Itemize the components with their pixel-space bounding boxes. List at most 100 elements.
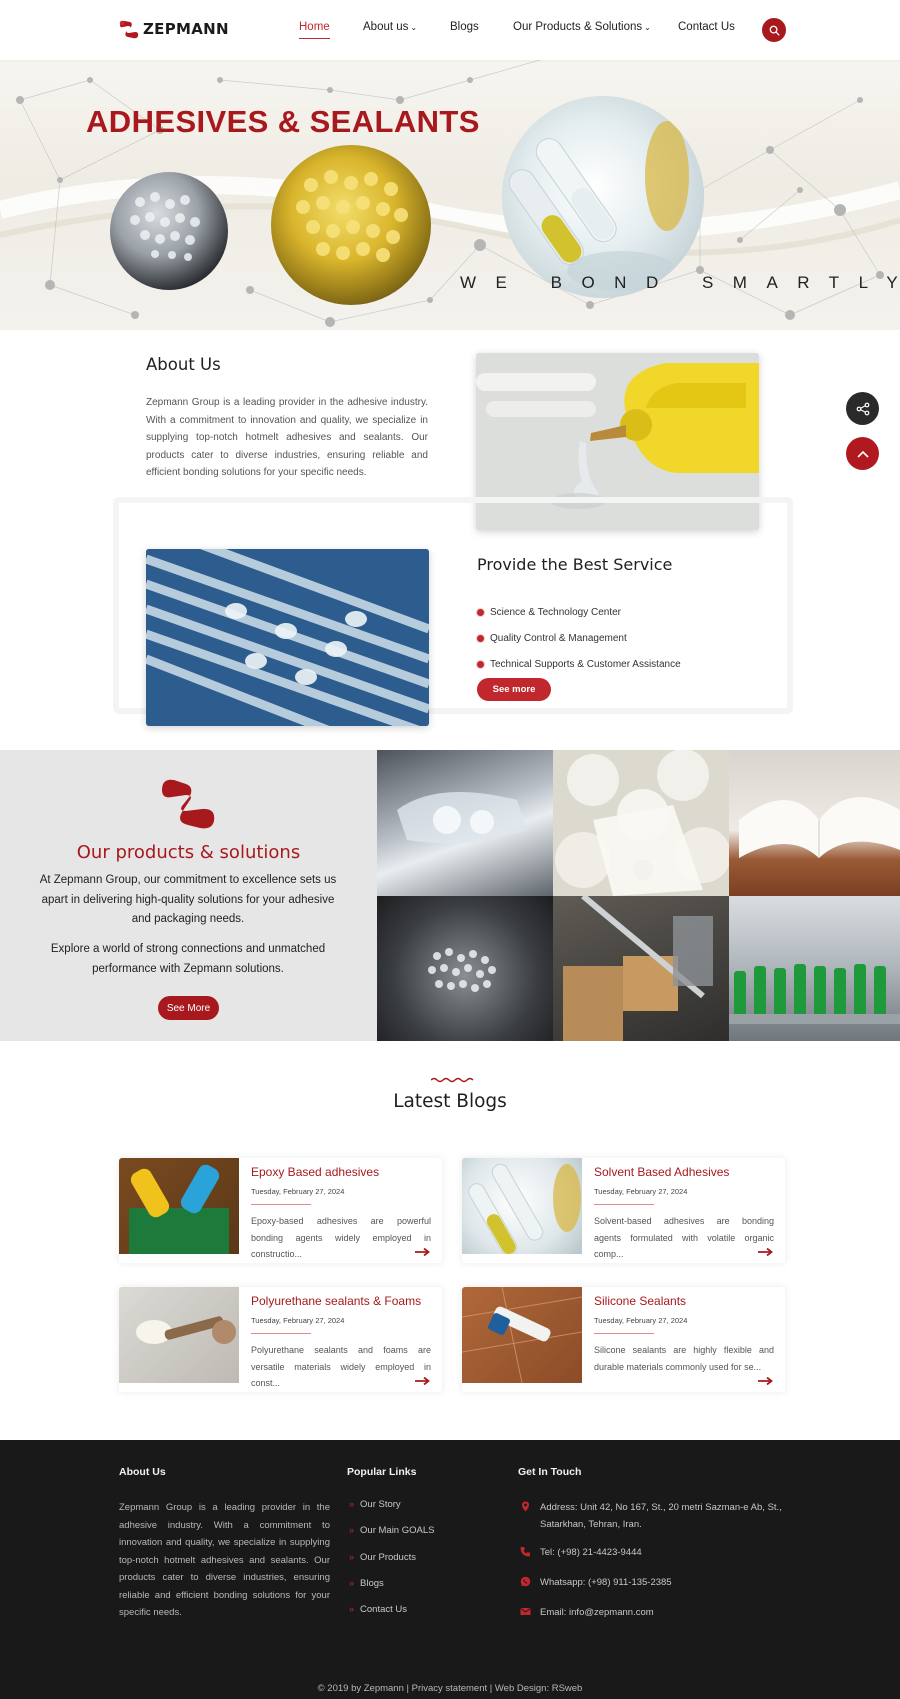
products-title: Our products & solutions [76, 842, 301, 863]
blog-image [462, 1287, 582, 1383]
blog-date: Tuesday, February 27, 2024 [594, 1316, 688, 1325]
blog-divider [251, 1333, 311, 1334]
footer-about-text: Zepmann Group is a leading provider in t… [119, 1502, 330, 1618]
footer-link[interactable]: » Our Main GOALS [349, 1525, 434, 1551]
footer-link-label: Our Products [360, 1551, 416, 1563]
nav-products[interactable]: Our Products & Solutions ⌄ [513, 21, 651, 33]
about-text: Zepmann Group is a leading provider in t… [146, 397, 428, 478]
blog-title[interactable]: Silicone Sealants [594, 1294, 686, 1308]
footer-link[interactable]: » Our Products [349, 1552, 434, 1578]
nav-home[interactable]: Home [299, 21, 330, 39]
whatsapp-text: Whatsapp: (+98) 911-135-2385 [540, 1577, 672, 1588]
blog-arrow-icon[interactable] [758, 1377, 773, 1385]
arrow-up-icon [856, 450, 869, 458]
chevron-right-icon: » [349, 1604, 355, 1615]
blog-excerpt: Silicone sealants are highly flexible an… [594, 1345, 774, 1372]
service-title: Provide the Best Service [477, 555, 673, 574]
chevron-right-icon: » [349, 1499, 355, 1509]
chevron-right-icon: » [349, 1577, 355, 1588]
footer-link-label: Our Main GOALS [360, 1525, 435, 1537]
footer-link[interactable]: » Blogs [349, 1578, 434, 1604]
service-item-label: Technical Supports & Customer Assistance [490, 658, 681, 670]
blog-card[interactable]: Silicone Sealants Tuesday, February 27, … [462, 1287, 785, 1392]
hero-tagline: WE BOND SMARTLY! [460, 273, 900, 292]
tel-text: Tel: (+98) 21-4423-9444 [540, 1547, 642, 1558]
blog-divider [594, 1204, 654, 1205]
share-icon [856, 402, 869, 415]
chevron-right-icon: » [349, 1551, 355, 1562]
products-section: Our products & solutions At Zepmann Grou… [0, 750, 900, 1041]
see-more-button[interactable]: See more [477, 678, 551, 701]
nav-about[interactable]: About us ⌄ [363, 21, 417, 33]
granules-tile[interactable] [377, 896, 553, 1041]
blog-arrow-icon[interactable] [758, 1248, 773, 1256]
footer-link-label: Our Story [360, 1499, 401, 1510]
chevron-down-icon: ⌄ [410, 23, 418, 32]
blog-image [119, 1158, 239, 1254]
blog-date: Tuesday, February 27, 2024 [251, 1187, 345, 1196]
blog-excerpt: Solvent-based adhesives are bonding agen… [594, 1216, 774, 1259]
bottling-line-tile[interactable] [729, 896, 900, 1041]
scroll-top-button[interactable] [846, 437, 879, 470]
email-text: Email: info@zepmann.com [540, 1607, 654, 1618]
blog-card[interactable]: Polyurethane sealants & Foams Tuesday, F… [119, 1287, 442, 1392]
blog-arrow-icon[interactable] [415, 1377, 430, 1385]
footer-link-label: Contact Us [360, 1604, 408, 1616]
tissue-rolls-tile[interactable] [553, 750, 729, 896]
blog-divider [594, 1333, 654, 1334]
footer-email[interactable]: Email: info@zepmann.com [520, 1604, 654, 1621]
products-see-more-button[interactable]: See More [158, 996, 219, 1020]
address-text: Address: Unit 42, No 167, St., 20 metri … [540, 1502, 782, 1530]
blog-title[interactable]: Solvent Based Adhesives [594, 1165, 729, 1179]
mail-icon [520, 1608, 531, 1615]
service-item: Technical Supports & Customer Assistance [476, 651, 681, 677]
share-button[interactable] [846, 392, 879, 425]
blog-title[interactable]: Epoxy Based adhesives [251, 1165, 379, 1179]
products-intro: Our products & solutions At Zepmann Grou… [0, 750, 377, 1041]
nav-blogs[interactable]: Blogs [450, 21, 479, 33]
footer-about-heading: About Us [119, 1466, 166, 1478]
search-button[interactable] [762, 18, 786, 42]
packaging-machine-tile[interactable] [553, 896, 729, 1041]
products-icon [162, 779, 215, 829]
blog-date: Tuesday, February 27, 2024 [594, 1187, 688, 1196]
bullet-icon [476, 607, 485, 617]
site-footer: About Us Zepmann Group is a leading prov… [0, 1440, 900, 1699]
blog-image [119, 1287, 239, 1383]
whatsapp-icon [520, 1576, 531, 1587]
car-headlight-tile[interactable] [377, 750, 553, 896]
section-divider-icon [431, 1077, 474, 1083]
service-item-label: Quality Control & Management [490, 632, 627, 644]
footer-link-label: Blogs [360, 1577, 384, 1589]
nav-contact[interactable]: Contact Us [678, 21, 735, 33]
tape-rolls-image [146, 549, 429, 726]
blog-arrow-icon[interactable] [415, 1248, 430, 1256]
footer-link[interactable]: » Our Story [349, 1499, 434, 1525]
blogs-title: Latest Blogs [393, 1091, 507, 1112]
service-list: Science & Technology Center Quality Cont… [476, 599, 681, 677]
blog-excerpt: Polyurethane sealants and foams are vers… [251, 1345, 431, 1388]
footer-contact-heading: Get In Touch [518, 1466, 582, 1478]
service-item: Science & Technology Center [476, 599, 681, 625]
hero-banner: ADHESIVES & SEALANTS WE BOND SMARTLY! [0, 60, 900, 330]
nav-products-label: Our Products & Solutions [513, 21, 643, 33]
chevron-down-icon: ⌄ [644, 23, 651, 32]
nav-about-label: About us [363, 21, 409, 33]
footer-whatsapp[interactable]: Whatsapp: (+98) 911-135-2385 [520, 1574, 672, 1591]
bullet-icon [476, 659, 485, 669]
site-header: ZEPMANN Home About us ⌄ Blogs Our Product… [0, 0, 900, 60]
products-paragraph-1: At Zepmann Group, our commitment to exce… [39, 874, 337, 925]
blog-image [462, 1158, 582, 1254]
footer-link[interactable]: » Contact Us [349, 1604, 434, 1630]
blog-divider [251, 1204, 311, 1205]
search-icon [769, 25, 780, 36]
footer-address: Address: Unit 42, No 167, St., 20 metri … [520, 1499, 790, 1533]
blog-card[interactable]: Epoxy Based adhesives Tuesday, February … [119, 1158, 442, 1263]
open-book-tile[interactable] [729, 750, 900, 896]
blog-title[interactable]: Polyurethane sealants & Foams [251, 1294, 421, 1308]
footer-tel[interactable]: Tel: (+98) 21-4423-9444 [520, 1544, 642, 1561]
blog-card[interactable]: Solvent Based Adhesives Tuesday, Februar… [462, 1158, 785, 1263]
location-icon [522, 1501, 529, 1512]
blog-date: Tuesday, February 27, 2024 [251, 1316, 345, 1325]
service-item: Quality Control & Management [476, 625, 681, 651]
